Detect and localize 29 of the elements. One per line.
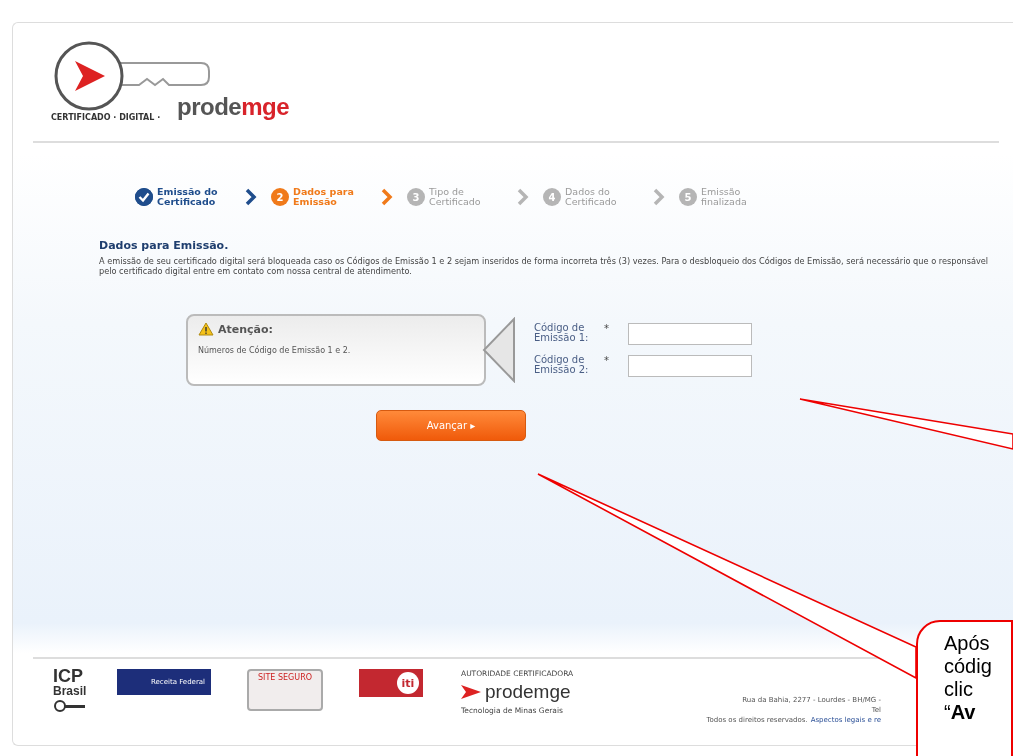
chevron-icon [517, 188, 529, 206]
wizard-step: Emissão do Certificado [135, 187, 231, 207]
wizard-step: 5 Emissão finalizada [679, 187, 775, 207]
code-input[interactable] [628, 355, 752, 377]
section-paragraph: A emissão de seu certificado digital será bloqueada caso os Códigos de Emissão 1 e 2 sejam inseridos de forma incorreta três (3) vezes. Para o desbloqueio dos Códigos de Emissão, será necessário que o responsável pelo certificado digital entre em contato com nossa central de atendimento. [99, 256, 989, 276]
wizard-step: 4 Dados do Certificado [543, 187, 639, 207]
required-mark: * [604, 355, 610, 366]
section-title: Dados para Emissão. [99, 239, 230, 252]
field-label: Código de Emissão 2: [534, 355, 590, 375]
field-label: Código de Emissão 1: [534, 323, 590, 343]
iti-logo: iti [359, 669, 423, 697]
chevron-icon [653, 188, 665, 206]
notice-text: Números de Código de Emissão 1 e 2. [198, 346, 352, 355]
wizard-step: 2 Dados para Emissão [271, 187, 367, 207]
notice-title: Atenção: [218, 322, 273, 336]
site-seguro-seal: SITE SEGURO [247, 669, 323, 711]
key-icon [53, 699, 87, 713]
pointer-triangle-icon [482, 317, 516, 383]
arrow-icon [461, 685, 481, 699]
chevron-icon [245, 188, 257, 206]
icp-brasil-logo: ICP Brasil [53, 669, 93, 713]
warning-icon [198, 322, 214, 336]
check-icon [135, 188, 153, 206]
wizard-step: 3 Tipo de Certificado [407, 187, 503, 207]
certificado-digital-logo: CERTIFICADO · DIGITAL · prodemge [51, 41, 351, 123]
required-mark: * [604, 323, 610, 334]
callout-bubble: Após códig clic “Av [916, 620, 1013, 756]
code-input[interactable] [628, 323, 752, 345]
chevron-icon [381, 188, 393, 206]
